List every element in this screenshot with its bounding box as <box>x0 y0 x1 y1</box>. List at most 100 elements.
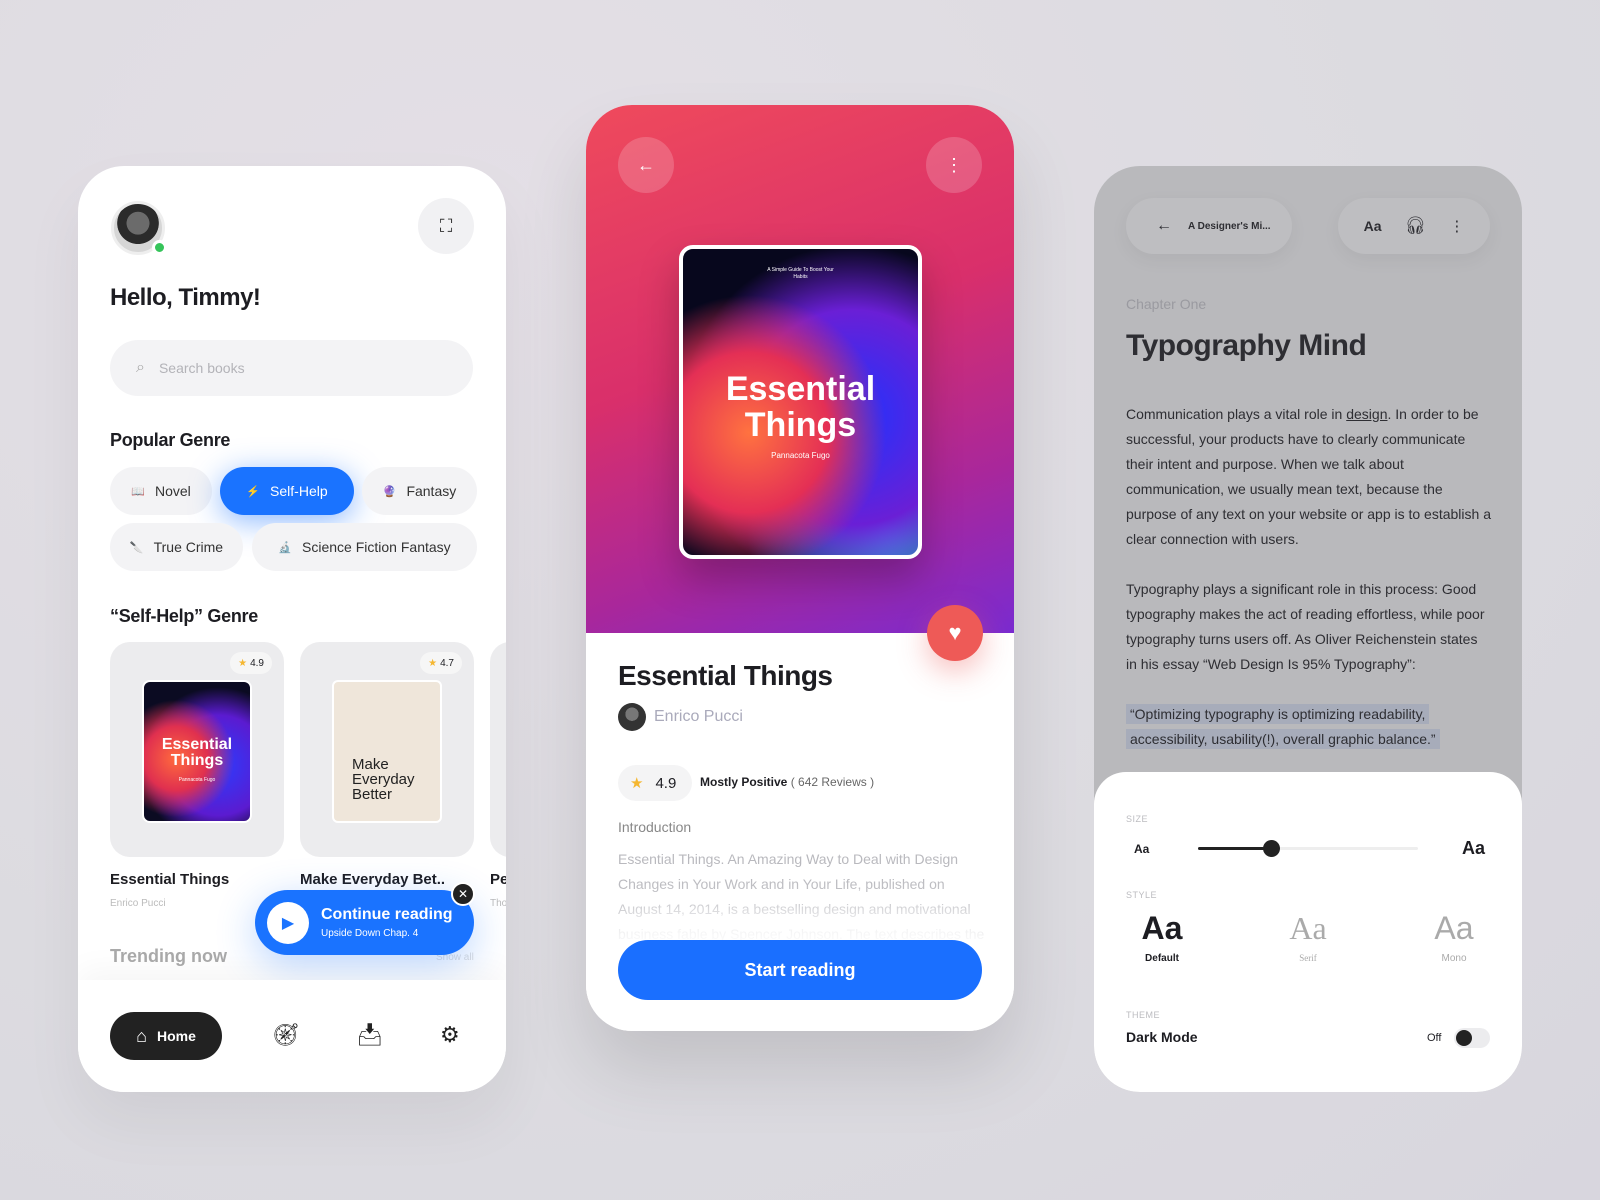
reader-back-pill[interactable]: ← A Designer's Mi... <box>1126 198 1292 254</box>
nav-home[interactable]: ⌂ Home <box>110 1012 222 1060</box>
arrow-left-icon: ← <box>637 154 655 175</box>
search-input[interactable]: ⌕ Search books <box>110 340 473 396</box>
close-icon[interactable]: ✕ <box>451 882 475 906</box>
scan-icon: ⛶ <box>439 215 453 236</box>
cover-tagline: A Simple Guide To Boost Your Habits <box>767 267 834 280</box>
design-link[interactable]: design <box>1346 406 1387 422</box>
quote-text: “Optimizing typography is optimizing rea… <box>1126 704 1440 749</box>
back-button[interactable]: ← <box>618 137 674 193</box>
genre-chip-self-help[interactable]: ⚡ Self-Help <box>220 467 354 515</box>
genre-chip-novel[interactable]: 📖 Novel <box>110 467 212 515</box>
intro-title: Introduction <box>618 819 692 835</box>
star-icon: ★ <box>630 775 644 792</box>
slider-handle[interactable] <box>1262 840 1280 857</box>
book-cover: A Simple Guide To Boost Your Habits Esse… <box>679 245 922 559</box>
book-title: A Designer's Mi... <box>1188 220 1271 232</box>
style-option-default[interactable]: Aa Default <box>1117 910 1207 964</box>
book-card[interactable] <box>490 642 506 857</box>
star-icon: ★ <box>238 657 248 669</box>
more-vertical-icon: ⋮ <box>945 154 963 175</box>
microscope-icon: 🔬 <box>278 541 293 554</box>
search-icon: ⌕ <box>136 359 145 376</box>
continue-subtitle: Upside Down Chap. 4 <box>321 928 419 939</box>
size-label: SIZE <box>1126 814 1149 824</box>
text: Communication plays a vital role in <box>1126 406 1347 422</box>
style-sample: Aa <box>1434 910 1474 946</box>
rating-value: 4.9 <box>655 774 677 792</box>
cover-author: Pannacota Fugo <box>771 451 830 460</box>
gear-icon[interactable]: ⚙ <box>440 1022 460 1048</box>
style-name: Serif <box>1299 953 1317 963</box>
chip-label: Novel <box>154 483 191 499</box>
genre-chip-science-fiction-fantasy[interactable]: 🔬 Science Fiction Fantasy <box>252 523 477 571</box>
lightning-icon: ⚡ <box>246 485 261 498</box>
paragraph-2: Typography plays a significant role in t… <box>1126 581 1485 672</box>
toggle-knob <box>1456 1030 1472 1046</box>
cover-title: Essential Things <box>161 736 233 769</box>
favorite-button[interactable]: ♥ <box>927 605 983 661</box>
chip-label: Self-Help <box>270 483 328 499</box>
size-large-label: Aa <box>1462 838 1486 858</box>
review-count[interactable]: ( 642 Reviews ) <box>791 775 874 789</box>
book-title: Make Everyday Bet.. <box>300 871 446 888</box>
style-option-mono[interactable]: Aa Mono <box>1409 910 1499 964</box>
book-cover: Make Everyday Better <box>332 680 442 823</box>
highlighted-quote[interactable]: “Optimizing typography is optimizing rea… <box>1126 702 1466 752</box>
dark-mode-state: Off <box>1427 1032 1442 1044</box>
style-name: Default <box>1145 953 1179 964</box>
dark-mode-toggle[interactable] <box>1454 1028 1490 1048</box>
font-settings-button[interactable]: Aa <box>1364 218 1382 234</box>
headphones-icon[interactable]: 🎧︎ <box>1405 216 1427 236</box>
nav-home-label: Home <box>156 1028 196 1044</box>
home-screen: ⛶ Hello, Timmy! ⌕ Search books Popular G… <box>78 166 506 1092</box>
reader-screen: ← A Designer's Mi... Aa 🎧︎ ⋮ Chapter One… <box>1094 166 1522 1092</box>
style-option-serif[interactable]: Aa Serif <box>1263 910 1353 963</box>
reader-toolbar: Aa 🎧︎ ⋮ <box>1338 198 1490 254</box>
bottom-nav: ⌂ Home 🧭︎ 📥︎ ⚙ <box>78 980 506 1092</box>
compass-icon[interactable]: 🧭︎ <box>272 1022 300 1048</box>
author-avatar <box>618 703 646 731</box>
chapter-title: Typography Mind <box>1126 329 1367 362</box>
heart-icon: ♥ <box>948 620 962 645</box>
more-button[interactable]: ⋮ <box>926 137 982 193</box>
slider-fill <box>1198 847 1271 850</box>
chip-label: True Crime <box>153 539 224 555</box>
cover-author: Pannacota Fugo <box>178 777 216 783</box>
genre-section-title: “Self-Help” Genre <box>110 606 258 626</box>
book-title: Pe <box>490 871 506 888</box>
play-icon: ▶ <box>267 901 309 944</box>
theme-label: THEME <box>1126 1010 1160 1020</box>
chip-label: Science Fiction Fantasy <box>302 539 451 555</box>
book-card[interactable]: ★ 4.9 Essential Things Pannacota Fugo <box>110 642 284 857</box>
inbox-icon[interactable]: 📥︎ <box>356 1022 384 1048</box>
home-icon: ⌂ <box>136 1025 147 1046</box>
genre-chip-fantasy[interactable]: 🔮 Fantasy <box>362 467 477 515</box>
start-reading-button[interactable]: Start reading <box>618 940 982 1000</box>
cover-title: Essential Things <box>725 370 876 444</box>
genre-chip-true-crime[interactable]: 🔪 True Crime <box>110 523 243 571</box>
book-cover: Essential Things Pannacota Fugo <box>142 680 252 823</box>
book-author: Tho <box>490 898 506 909</box>
font-size-slider[interactable] <box>1198 840 1418 857</box>
scan-button[interactable]: ⛶ <box>418 198 474 254</box>
search-placeholder: Search books <box>158 360 245 376</box>
rating-summary: Mostly Positive ( 642 Reviews ) <box>700 775 874 789</box>
book-card[interactable]: ★ 4.7 Make Everyday Better <box>300 642 474 857</box>
trending-title: Trending now <box>110 946 227 966</box>
online-status-dot <box>152 240 167 255</box>
knife-icon: 🔪 <box>129 541 144 554</box>
dark-mode-label: Dark Mode <box>1126 1029 1198 1045</box>
book-title: Essential Things <box>110 871 230 888</box>
popular-genre-title: Popular Genre <box>110 430 231 450</box>
rating-badge: ★ 4.7 <box>420 652 462 674</box>
rating-value: 4.7 <box>440 657 454 669</box>
more-vertical-icon[interactable]: ⋮ <box>1449 217 1464 235</box>
author-name[interactable]: Enrico Pucci <box>654 708 743 726</box>
paragraph-1: Communication plays a vital role in desi… <box>1126 402 1492 552</box>
book-detail-screen: ← ⋮ A Simple Guide To Boost Your Habits … <box>586 105 1014 1031</box>
text: . In order to be successful, your produc… <box>1126 406 1491 547</box>
continue-reading-button[interactable]: ▶ Continue reading Upside Down Chap. 4 <box>255 890 474 955</box>
style-label: STYLE <box>1126 890 1158 900</box>
reading-settings-sheet: SIZE Aa Aa STYLE Aa Default Aa Serif Aa Mon… <box>1094 772 1522 1092</box>
continue-title: Continue reading <box>321 906 453 923</box>
